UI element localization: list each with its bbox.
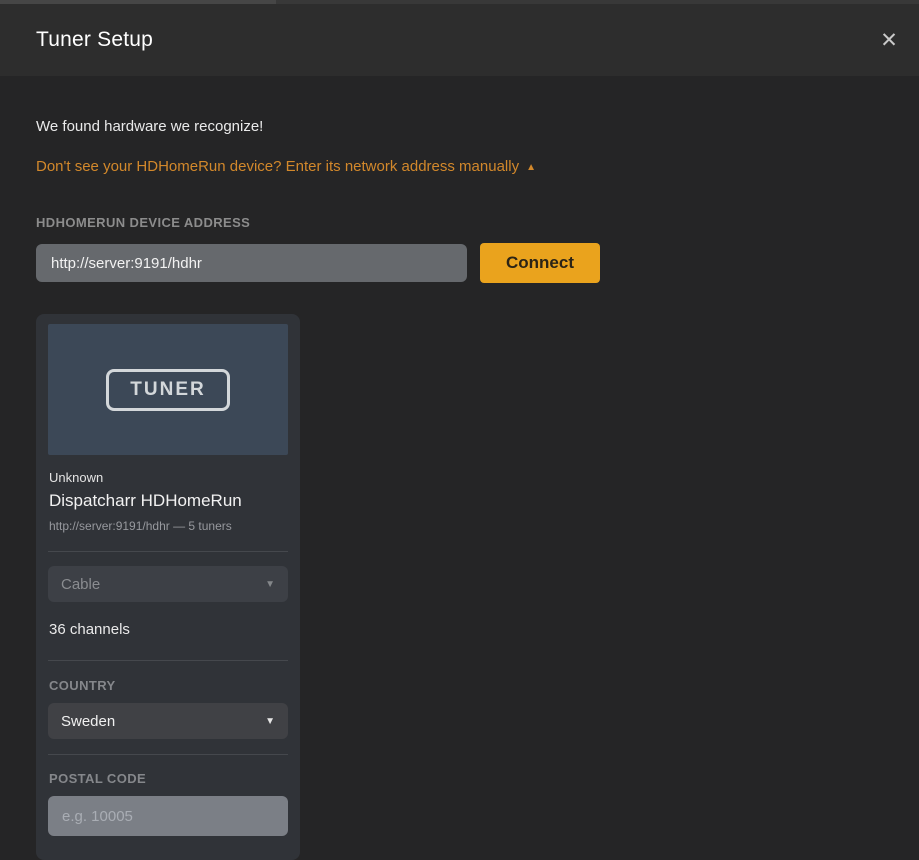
modal-body: We found hardware we recognize! Don't se…	[0, 76, 919, 816]
connect-button[interactable]: Connect	[480, 243, 600, 283]
intro-text: We found hardware we recognize!	[36, 118, 919, 135]
postal-code-label: POSTAL CODE	[48, 771, 288, 786]
divider	[48, 551, 288, 552]
manual-address-link[interactable]: Don't see your HDHomeRun device? Enter i…	[36, 158, 536, 175]
device-address-label: HDHOMERUN DEVICE ADDRESS	[36, 215, 919, 230]
device-address-row: Connect	[36, 243, 919, 283]
channel-count: 36 channels	[48, 621, 288, 638]
collapse-up-icon: ▲	[526, 163, 536, 173]
device-meta: http://server:9191/hdhr — 5 tuners	[48, 519, 288, 533]
country-label: COUNTRY	[48, 678, 288, 693]
device-card: TUNER Unknown Dispatcharr HDHomeRun http…	[36, 314, 300, 860]
chevron-down-icon: ▼	[265, 579, 275, 590]
page-title: Tuner Setup	[36, 28, 153, 52]
device-name: Dispatcharr HDHomeRun	[48, 491, 288, 511]
device-status: Unknown	[48, 470, 288, 485]
country-select-value: Sweden	[61, 713, 115, 730]
divider	[48, 754, 288, 755]
device-address-input[interactable]	[36, 244, 467, 282]
postal-code-input[interactable]	[48, 796, 288, 836]
chevron-down-icon: ▼	[265, 716, 275, 727]
close-icon[interactable]: ✕	[871, 22, 907, 58]
tuner-device-image: TUNER	[48, 324, 288, 455]
source-select-value: Cable	[61, 576, 100, 593]
country-select[interactable]: Sweden ▼	[48, 703, 288, 739]
source-select[interactable]: Cable ▼	[48, 566, 288, 602]
modal-header: Tuner Setup ✕	[0, 4, 919, 76]
divider	[48, 660, 288, 661]
manual-address-link-label: Don't see your HDHomeRun device? Enter i…	[36, 158, 519, 175]
tuner-badge: TUNER	[106, 369, 229, 411]
